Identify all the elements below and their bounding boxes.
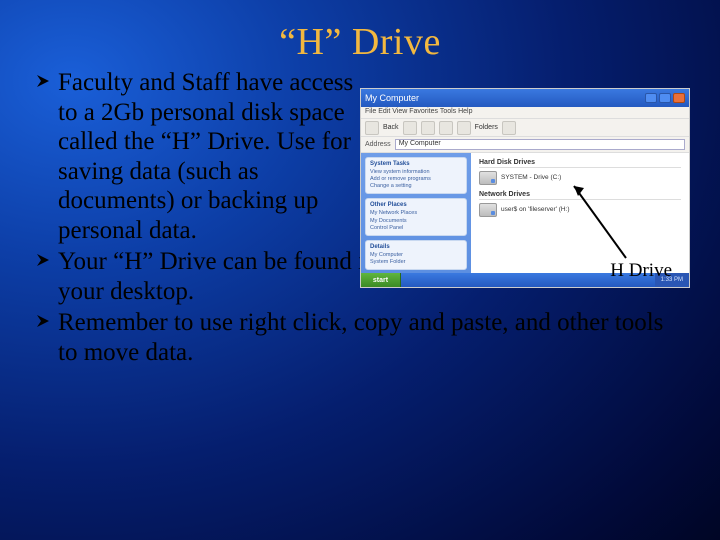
window-buttons	[645, 93, 685, 103]
up-icon	[421, 121, 435, 135]
side-group-line: View system information	[370, 169, 462, 176]
folders-label: Folders	[475, 124, 498, 131]
toolbar: Back Folders	[361, 119, 689, 137]
side-group: Details My Computer System Folder	[365, 240, 467, 270]
address-label: Address	[365, 141, 391, 148]
drive-icon	[479, 171, 497, 185]
start-button: start	[361, 273, 401, 287]
bullet-arrow-icon	[36, 74, 50, 88]
network-drive-icon	[479, 203, 497, 217]
address-bar: Address My Computer	[361, 137, 689, 153]
bullet-text: Faculty and Staff have access to a 2Gb p…	[58, 68, 368, 245]
callout-arrow-icon	[566, 178, 636, 273]
bullet-text: Remember to use right click, copy and pa…	[58, 308, 684, 367]
maximize-icon	[659, 93, 671, 103]
drive-label: SYSTEM - Drive (C:)	[501, 174, 561, 181]
side-group: Other Places My Network Places My Docume…	[365, 198, 467, 235]
back-label: Back	[383, 124, 399, 131]
side-group-line: System Folder	[370, 259, 462, 266]
window-titlebar: My Computer	[361, 89, 689, 107]
search-icon	[439, 121, 453, 135]
side-group-header: Other Places	[370, 202, 462, 208]
folders-icon	[457, 121, 471, 135]
callout-caption: H Drive	[610, 260, 672, 282]
address-field: My Computer	[395, 139, 685, 150]
views-icon	[502, 121, 516, 135]
close-icon	[673, 93, 685, 103]
side-group-line: My Network Places	[370, 210, 462, 217]
window-title: My Computer	[365, 93, 645, 103]
bullet-arrow-icon	[36, 314, 50, 328]
bullet-item: Remember to use right click, copy and pa…	[36, 308, 684, 367]
slide-title: “H” Drive	[36, 20, 684, 64]
side-group-line: My Computer	[370, 252, 462, 259]
side-group-line: Add or remove programs	[370, 176, 462, 183]
side-group: System Tasks View system information Add…	[365, 157, 467, 194]
side-group-header: System Tasks	[370, 161, 462, 167]
side-group-line: Control Panel	[370, 225, 462, 232]
drive-label: user$ on 'fileserver' (H:)	[501, 206, 570, 213]
bullet-arrow-icon	[36, 253, 50, 267]
forward-icon	[403, 121, 417, 135]
back-icon	[365, 121, 379, 135]
side-group-line: Change a setting	[370, 183, 462, 190]
minimize-icon	[645, 93, 657, 103]
side-group-line: My Documents	[370, 218, 462, 225]
side-panel: System Tasks View system information Add…	[361, 153, 471, 287]
slide: “H” Drive Faculty and Staff have access …	[0, 0, 720, 540]
side-group-header: Details	[370, 244, 462, 250]
section-header: Hard Disk Drives	[479, 159, 681, 168]
mycomputer-screenshot: My Computer File Edit View Favorites Too…	[360, 88, 690, 288]
menu-bar: File Edit View Favorites Tools Help	[361, 107, 689, 119]
